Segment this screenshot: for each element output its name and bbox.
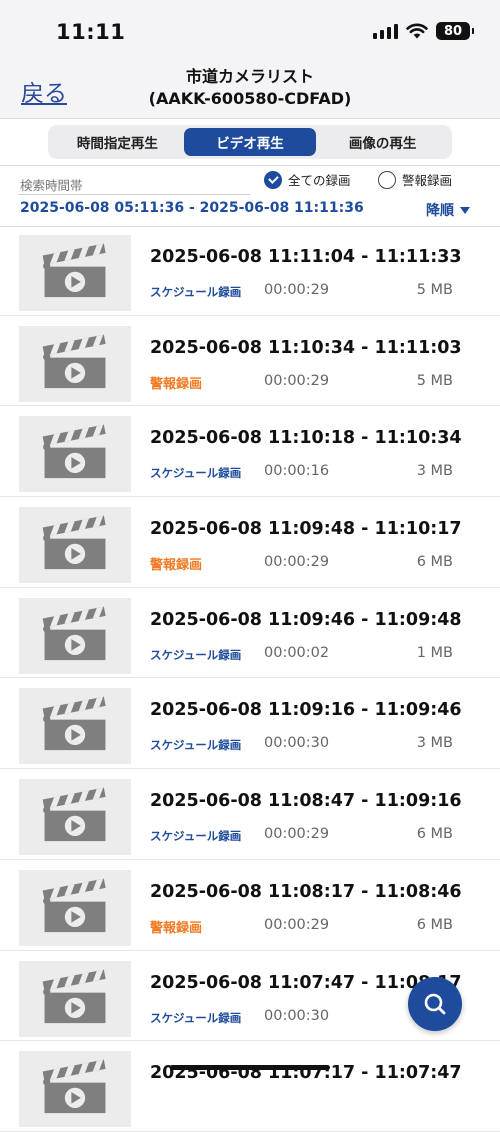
search-icon <box>424 993 446 1015</box>
video-thumbnail <box>19 416 131 493</box>
video-thumbnail <box>19 779 131 856</box>
recording-time: 2025-06-08 11:09:46 - 11:09:48 <box>150 609 462 630</box>
recording-size: 1 MB <box>416 644 453 661</box>
sort-order-label: 降順 <box>426 203 454 219</box>
recording-duration: 00:00:29 <box>264 554 330 571</box>
page-title-line2: (AAKK-600580-CDFAD) <box>148 89 352 108</box>
video-thumbnail <box>19 960 131 1037</box>
recording-type: スケジュール録画 <box>150 829 242 844</box>
filter-divider <box>18 194 250 195</box>
recording-size: 5 MB <box>416 282 453 298</box>
recording-type: 警報録画 <box>150 920 203 936</box>
recording-row[interactable]: 2025-06-08 11:10:34 - 11:11:03 警報録画 00:00:… <box>0 316 500 407</box>
recording-type: スケジュール録画 <box>150 1010 242 1025</box>
recording-type: スケジュール録画 <box>150 738 242 753</box>
page-title-line1: 市道カメラリスト <box>185 67 314 86</box>
radio-all-recordings-label: 全ての録画 <box>288 173 351 188</box>
recording-duration: 00:00:29 <box>264 372 330 389</box>
video-clapperboard-icon <box>38 968 112 1030</box>
video-thumbnail <box>19 597 131 674</box>
status-bar: 11:11 80 <box>0 0 500 60</box>
tab-image-playback[interactable]: 画像の再生 <box>316 128 449 156</box>
status-time: 11:11 <box>56 20 126 44</box>
recording-type: スケジュール録画 <box>150 647 242 662</box>
video-thumbnail <box>19 1051 131 1128</box>
recording-size: 3 MB <box>416 735 453 752</box>
recording-duration: 00:00:29 <box>264 826 330 843</box>
recording-row[interactable]: 2025-06-08 11:08:17 - 11:08:46 警報録画 00:00:… <box>0 860 500 951</box>
recording-row[interactable]: 2025-06-08 11:10:18 - 11:10:34 スケジュール録画 00… <box>0 406 500 498</box>
recording-duration: 00:00:30 <box>264 1007 330 1024</box>
recording-duration: 00:00:02 <box>264 644 330 661</box>
battery-indicator: 80 <box>436 22 474 40</box>
recording-time: 2025-06-08 11:09:16 - 11:09:46 <box>150 700 462 721</box>
radio-alarm-recordings[interactable]: 警報録画 <box>378 170 452 189</box>
recording-row[interactable]: 2025-06-08 11:08:47 - 11:09:16 スケジュール録画 00… <box>0 769 500 860</box>
video-clapperboard-icon <box>38 1058 112 1120</box>
recording-time: 2025-06-08 11:09:48 - 11:10:17 <box>150 519 462 540</box>
cellular-signal-icon <box>373 23 398 39</box>
recording-size: 6 MB <box>416 826 453 843</box>
search-time-range[interactable]: 2025-06-08 05:11:36 - 2025-06-08 11:11:3… <box>20 200 364 216</box>
top-area: 11:11 80 戻る 市道カメラリスト (AAKK-600580-CDFAD) <box>0 0 500 119</box>
radio-alarm-recordings-label: 警報録画 <box>402 173 453 188</box>
recording-size: 3 MB <box>416 463 453 480</box>
recording-time: 2025-06-08 11:11:04 - 11:11:33 <box>150 247 462 267</box>
caret-down-icon <box>460 206 470 214</box>
recording-size: 6 MB <box>416 916 453 933</box>
search-fab-button[interactable] <box>408 977 462 1031</box>
recording-duration: 00:00:16 <box>264 463 330 480</box>
video-thumbnail <box>19 235 131 311</box>
video-thumbnail <box>19 325 131 402</box>
video-thumbnail <box>19 688 131 765</box>
search-time-label: 検索時間帯 <box>20 178 83 193</box>
recording-type: 警報録画 <box>150 558 203 574</box>
video-thumbnail <box>19 869 131 946</box>
search-filter: 検索時間帯 全ての録画 警報録画 2025-06-08 05:11:36 - 2… <box>0 166 500 227</box>
video-clapperboard-icon <box>38 877 112 939</box>
recording-type: スケジュール録画 <box>150 466 242 481</box>
radio-unchecked-icon <box>378 170 396 189</box>
home-indicator <box>170 1065 330 1070</box>
status-icons: 80 <box>373 22 474 40</box>
video-clapperboard-icon <box>38 695 112 757</box>
tab-video-playback[interactable]: ビデオ再生 <box>183 128 317 156</box>
nav-bar: 戻る 市道カメラリスト (AAKK-600580-CDFAD) <box>0 60 500 119</box>
recording-row[interactable]: 2025-06-08 11:09:16 - 11:09:46 スケジュール録画 00… <box>0 678 500 770</box>
recording-row[interactable]: 2025-06-08 11:11:04 - 11:11:33 スケジュール録画 00… <box>0 225 500 316</box>
page-title: 市道カメラリスト (AAKK-600580-CDFAD) <box>0 66 500 110</box>
video-thumbnail <box>19 507 131 584</box>
recording-size: 5 MB <box>416 372 453 389</box>
video-clapperboard-icon <box>38 423 112 485</box>
recording-type: スケジュール録画 <box>150 285 242 299</box>
recording-time: 2025-06-08 11:10:34 - 11:11:03 <box>150 337 462 358</box>
segmented-control: 時間指定再生 ビデオ再生 画像の再生 <box>48 125 452 159</box>
recording-row[interactable]: 2025-06-08 11:09:46 - 11:09:48 スケジュール録画 00… <box>0 588 500 679</box>
radio-checked-icon <box>264 170 282 189</box>
recording-row[interactable]: 2025-06-08 11:07:17 - 11:07:47 <box>0 1041 500 1132</box>
recording-type: 警報録画 <box>150 376 203 392</box>
playback-mode-tabs: 時間指定再生 ビデオ再生 画像の再生 <box>0 119 500 166</box>
video-clapperboard-icon <box>38 333 112 395</box>
recording-duration: 00:00:30 <box>264 735 330 752</box>
recording-time: 2025-06-08 11:10:18 - 11:10:34 <box>150 428 462 449</box>
recording-duration: 00:00:29 <box>264 916 330 933</box>
video-clapperboard-icon <box>38 514 112 576</box>
sort-order-button[interactable]: 降順 <box>426 200 470 220</box>
recording-time: 2025-06-08 11:08:17 - 11:08:46 <box>150 881 462 902</box>
recording-time: 2025-06-08 11:08:47 - 11:09:16 <box>150 791 462 812</box>
tab-time-playback[interactable]: 時間指定再生 <box>51 128 184 156</box>
radio-all-recordings[interactable]: 全ての録画 <box>264 170 351 189</box>
video-clapperboard-icon <box>38 242 112 304</box>
video-clapperboard-icon <box>38 605 112 667</box>
recording-duration: 00:00:29 <box>264 282 330 298</box>
video-clapperboard-icon <box>38 786 112 848</box>
wifi-icon <box>406 23 428 39</box>
recording-row[interactable]: 2025-06-08 11:09:48 - 11:10:17 警報録画 00:00:… <box>0 497 500 588</box>
recording-size: 6 MB <box>416 554 453 571</box>
